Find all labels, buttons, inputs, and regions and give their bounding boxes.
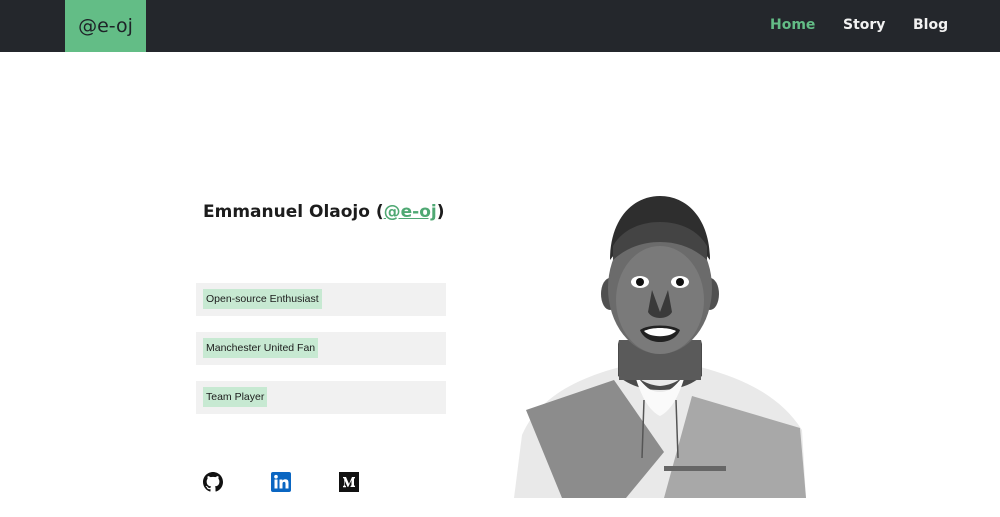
- medium-icon[interactable]: [339, 472, 359, 492]
- linkedin-icon[interactable]: [271, 472, 291, 492]
- nav-home-link[interactable]: Home: [770, 17, 815, 33]
- site-logo[interactable]: @e-oj: [65, 0, 146, 52]
- open-paren: (: [375, 202, 384, 222]
- tag-box-team-player: Team Player: [196, 381, 446, 414]
- github-icon[interactable]: [203, 472, 223, 492]
- tag-label: Open-source Enthusiast: [203, 289, 322, 309]
- profile-name: Emmanuel Olaojo: [203, 202, 370, 222]
- tag-label: Manchester United Fan: [203, 338, 319, 358]
- profile-handle-link[interactable]: @e-oj: [384, 202, 437, 222]
- nav-story-link[interactable]: Story: [843, 17, 885, 33]
- tag-box-manchester-united: Manchester United Fan: [196, 332, 446, 365]
- top-navbar: @e-oj Home Story Blog: [0, 0, 1000, 52]
- tag-box-open-source: Open-source Enthusiast: [196, 283, 446, 316]
- tag-label: Team Player: [203, 387, 268, 407]
- nav-blog-link[interactable]: Blog: [913, 17, 948, 33]
- close-paren: ): [436, 202, 445, 222]
- profile-photo: [514, 196, 806, 498]
- profile-name-heading: Emmanuel Olaojo (@e-oj): [203, 202, 445, 222]
